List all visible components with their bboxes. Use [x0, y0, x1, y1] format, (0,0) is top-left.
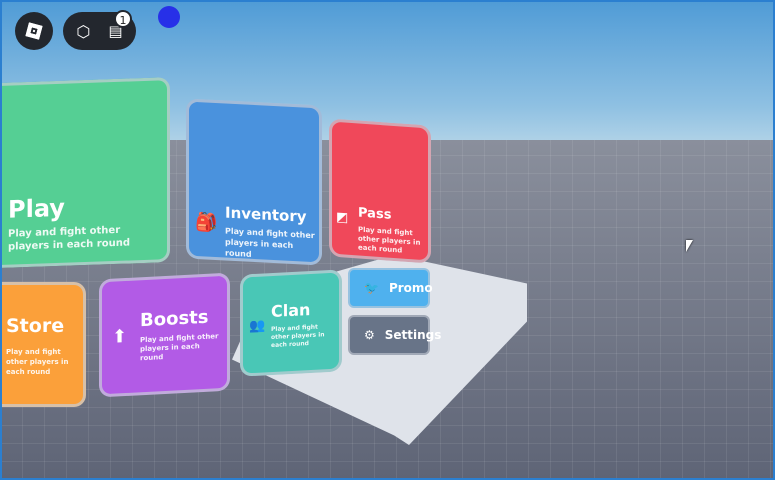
card-title: Play [8, 193, 65, 224]
card-title: Clan [271, 299, 311, 322]
card-description: Play and fight other players in each rou… [8, 224, 130, 253]
promo-button[interactable]: 🐦 Promo [348, 268, 433, 308]
card-title: Inventory [225, 203, 307, 226]
card-play[interactable]: Play Play and fight other players in eac… [2, 77, 170, 268]
pass-icon: ◩ [336, 209, 349, 226]
card-title: Boosts [140, 306, 209, 332]
arrow-up-icon: ⬆ [112, 325, 128, 348]
settings-label: Settings [384, 328, 442, 342]
avatar-icon[interactable]: ⬡ [76, 22, 90, 41]
card-description: Play and fight other players in each rou… [271, 323, 325, 350]
chat-badge: 1 [114, 10, 132, 28]
users-icon: 👥 [249, 318, 266, 335]
mouse-cursor [686, 240, 693, 252]
blue-ball [158, 6, 180, 28]
card-description: Play and fight other players in each rou… [358, 225, 421, 255]
card-description: Play and fight other players in each rou… [225, 226, 315, 259]
promo-label: Promo [388, 281, 433, 295]
backpack-icon: 🎒 [195, 211, 218, 235]
card-store[interactable]: Store Play and fight other players in ea… [2, 282, 86, 407]
card-inventory[interactable]: 🎒 Inventory Play and fight other players… [186, 98, 322, 266]
card-description: Play and fight other players in each rou… [6, 348, 69, 376]
card-title: Store [6, 315, 65, 337]
card-title: Pass [358, 205, 392, 223]
roblox-logo-icon [25, 22, 43, 40]
hud-toolbar: ⬡ ▤ 1 [63, 10, 136, 50]
card-pass[interactable]: ◩ Pass Play and fight other players in e… [329, 118, 431, 264]
settings-icon: ⚙ [364, 328, 375, 342]
card-boosts[interactable]: ⬆ Boosts Play and fight other players in… [99, 272, 230, 398]
settings-button[interactable]: ⚙ Settings [348, 315, 441, 355]
card-description: Play and fight other players in each rou… [140, 332, 219, 363]
roblox-menu-button[interactable] [15, 12, 53, 50]
card-clan[interactable]: 👥 Clan Play and fight other players in e… [240, 269, 342, 377]
twitter-icon: 🐦 [364, 281, 379, 295]
